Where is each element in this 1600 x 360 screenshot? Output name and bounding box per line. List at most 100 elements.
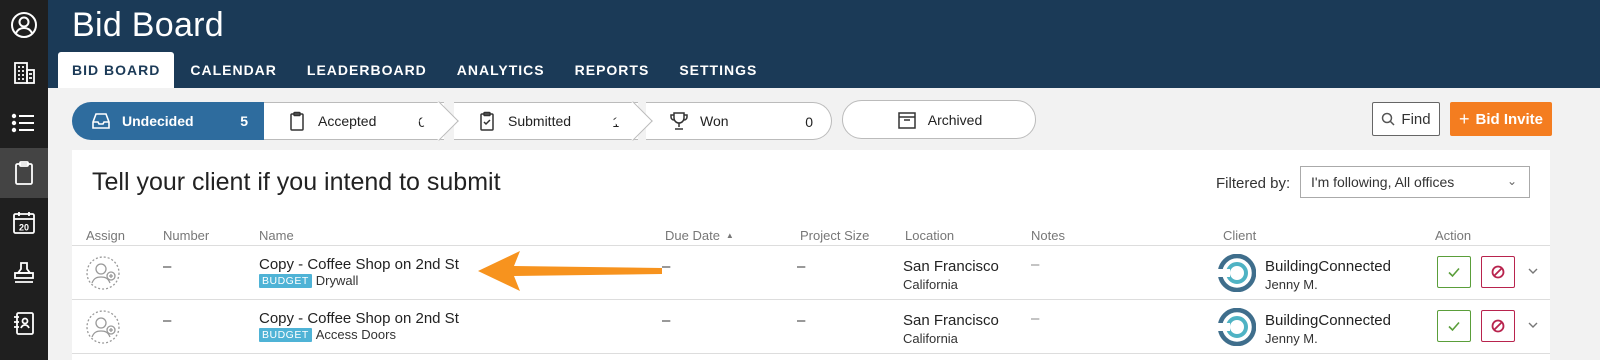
row-project-name[interactable]: Copy - Coffee Shop on 2nd St (259, 310, 459, 327)
tab-reports[interactable]: REPORTS (561, 52, 664, 88)
page-title: Bid Board (72, 6, 225, 44)
filter-value: I'm following, All offices (1311, 174, 1455, 190)
chevron-down-icon[interactable] (1526, 318, 1540, 332)
prohibited-icon (1491, 319, 1505, 333)
stage-undecided-count: 5 (240, 113, 248, 129)
row-due-date: – (662, 312, 671, 329)
table-row[interactable]: – Copy - Coffee Shop on 2nd St BUDGET Dr… (72, 246, 1550, 300)
panel-title: Tell your client if you intend to submit (92, 168, 501, 196)
assign-user-icon[interactable] (86, 310, 120, 344)
clipboard-icon (286, 110, 308, 132)
table-row[interactable]: – Copy - Coffee Shop on 2nd St BUDGET Ac… (72, 300, 1550, 354)
col-due-date-label: Due Date (665, 228, 720, 243)
stage-archived[interactable]: Archived (842, 100, 1036, 139)
row-client-name: BuildingConnected (1265, 258, 1391, 275)
stage-won-count: 0 (805, 114, 813, 130)
app-header: Bid Board BID BOARD CALENDAR LEADERBOARD… (48, 0, 1600, 88)
stage-submitted-count: 1 (612, 114, 620, 130)
bid-invite-label: Bid Invite (1475, 110, 1544, 128)
sort-asc-icon: ▲ (725, 231, 734, 240)
row-client-name: BuildingConnected (1265, 312, 1391, 329)
row-city: San Francisco (903, 258, 999, 275)
stage-won[interactable]: Won 0 (646, 102, 832, 140)
filter-label: Filtered by: (1216, 175, 1291, 192)
chevron-down-icon: ⌄ (1506, 174, 1517, 188)
tab-settings[interactable]: SETTINGS (665, 52, 771, 88)
client-logo (1218, 254, 1256, 292)
bids-panel: Tell your client if you intend to submit… (72, 150, 1550, 360)
list-nav[interactable] (0, 98, 48, 148)
budget-badge: BUDGET (259, 327, 312, 342)
col-location: Location (905, 228, 955, 243)
contacts-nav[interactable] (0, 298, 48, 348)
clipboard-icon (15, 161, 33, 185)
stamp-icon (14, 262, 34, 283)
calendar-nav[interactable]: 20 (0, 198, 48, 248)
filter-select[interactable]: I'm following, All offices ⌄ (1300, 166, 1530, 198)
calendar-icon: 20 (13, 212, 35, 234)
approvals-nav[interactable] (0, 248, 48, 298)
table-header: Assign Number Name Due Date ▲ Project Siz… (72, 228, 1550, 246)
stage-won-label: Won (700, 113, 729, 129)
col-action: Action (1435, 228, 1472, 243)
tab-calendar[interactable]: CALENDAR (176, 52, 291, 88)
row-number: – (163, 258, 172, 275)
companies-nav[interactable] (0, 48, 48, 98)
stage-submitted[interactable]: Submitted 1 (454, 102, 638, 140)
row-trade: BUDGET Access Doors (259, 327, 396, 342)
tab-leaderboard[interactable]: LEADERBOARD (293, 52, 441, 88)
bid-invite-button[interactable]: + Bid Invite (1450, 102, 1552, 136)
stage-accepted-label: Accepted (318, 113, 377, 129)
plus-icon: + (1458, 108, 1470, 129)
client-logo (1218, 308, 1256, 346)
row-trade-label: Drywall (315, 273, 359, 288)
stage-archived-label: Archived (927, 111, 983, 128)
bid-board-nav[interactable] (0, 148, 48, 198)
row-state: California (903, 277, 958, 292)
budget-badge: BUDGET (259, 273, 312, 288)
calendar-day: 20 (19, 223, 29, 233)
check-icon (1448, 267, 1460, 278)
stage-undecided-label: Undecided (122, 113, 194, 129)
row-notes: – (1031, 310, 1040, 327)
row-project-name[interactable]: Copy - Coffee Shop on 2nd St (259, 256, 459, 273)
tab-analytics[interactable]: ANALYTICS (443, 52, 559, 88)
decline-button[interactable] (1481, 256, 1515, 288)
row-state: California (903, 331, 958, 346)
stage-submitted-label: Submitted (508, 113, 572, 129)
row-project-size: – (797, 312, 806, 329)
building-icon (14, 62, 35, 84)
col-client: Client (1223, 228, 1257, 243)
contacts-book-icon (14, 312, 34, 335)
row-notes: – (1031, 256, 1040, 273)
stage-accepted[interactable]: Accepted 0 (264, 102, 444, 140)
row-client-contact: Jenny M. (1265, 277, 1318, 292)
trophy-icon (668, 110, 690, 132)
find-button[interactable]: Find (1372, 102, 1440, 136)
clipboard-check-icon (476, 110, 498, 132)
stage-accepted-count: 0 (418, 114, 426, 130)
tab-bid-board[interactable]: BID BOARD (58, 52, 175, 88)
col-assign: Assign (86, 228, 126, 243)
row-trade: BUDGET Drywall (259, 273, 358, 288)
search-icon (1382, 112, 1395, 126)
find-button-label: Find (1401, 110, 1431, 128)
col-name: Name (259, 228, 294, 243)
list-icon (11, 113, 34, 133)
accept-button[interactable] (1437, 256, 1471, 288)
assign-user-icon[interactable] (86, 256, 120, 290)
col-project-size: Project Size (800, 228, 870, 243)
profile-nav[interactable] (0, 0, 48, 50)
archive-box-icon (896, 109, 918, 131)
col-due-date[interactable]: Due Date ▲ (665, 228, 734, 243)
stage-undecided[interactable]: Undecided 5 (72, 102, 276, 140)
row-trade-label: Access Doors (315, 327, 396, 342)
prohibited-icon (1491, 265, 1505, 279)
accept-button[interactable] (1437, 310, 1471, 342)
decline-button[interactable] (1481, 310, 1515, 342)
inbox-icon (90, 110, 112, 132)
chevron-down-icon[interactable] (1526, 264, 1540, 278)
row-number: – (163, 312, 172, 329)
check-icon (1448, 321, 1460, 332)
col-number: Number (163, 228, 210, 243)
